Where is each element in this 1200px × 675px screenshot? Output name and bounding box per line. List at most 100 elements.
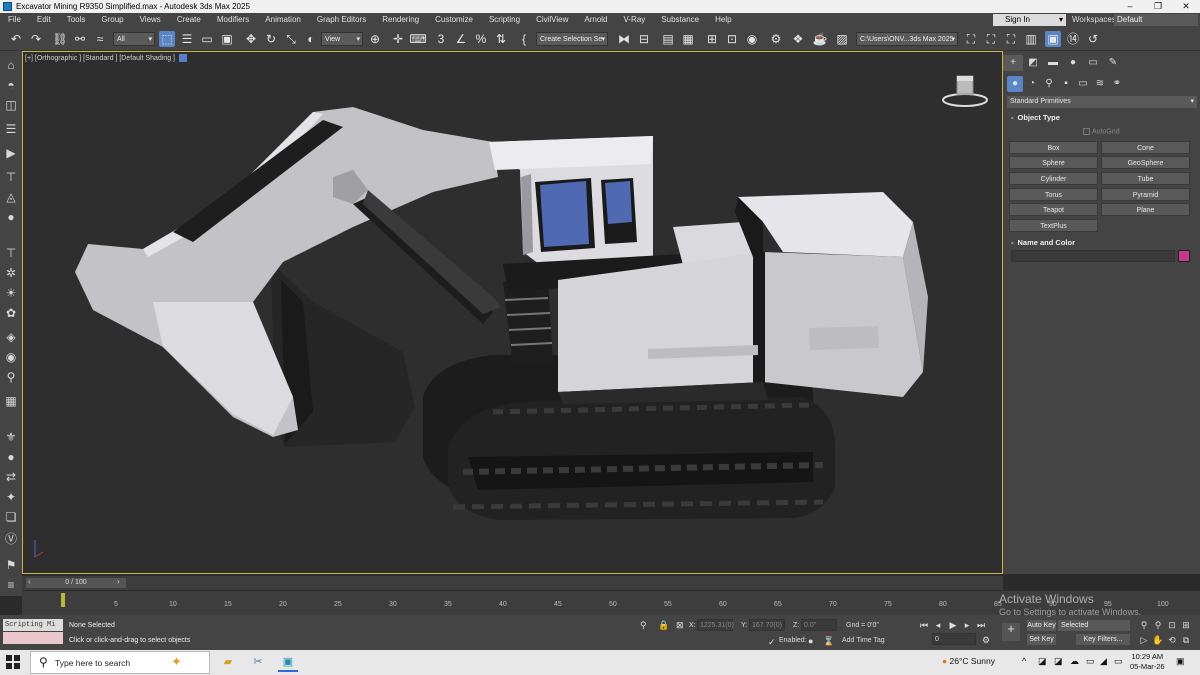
unlink-icon[interactable]: ⚯ <box>72 31 88 47</box>
cameras-icon[interactable]: ▪ <box>1058 76 1074 92</box>
name-color-rollout[interactable]: - Name and Color <box>1007 237 1197 249</box>
gear-icon[interactable]: ✲ <box>3 265 19 281</box>
absolute-mode-icon[interactable]: ⊠ <box>676 620 684 631</box>
tray-app-icon[interactable]: ◪ <box>1038 656 1047 667</box>
percent-snap-icon[interactable]: % <box>473 31 489 47</box>
plane-button[interactable]: Plane <box>1101 203 1190 216</box>
y-coordinate-input[interactable]: 167.70(0) <box>749 619 785 631</box>
menu-views[interactable]: Views <box>132 13 169 27</box>
battery-icon[interactable]: ▭ <box>1114 656 1123 667</box>
menu-group[interactable]: Group <box>93 13 131 27</box>
torus-button[interactable]: Torus <box>1009 188 1098 201</box>
curve-editor-icon[interactable]: ⊞ <box>704 31 720 47</box>
notification-icon[interactable]: ▣ <box>1176 656 1185 667</box>
helpers-icon[interactable]: ▭ <box>1075 76 1091 92</box>
menu-arnold[interactable]: Arnold <box>576 13 615 27</box>
isolate-selection-icon[interactable]: ⚲ <box>640 620 647 631</box>
motion-tab-icon[interactable]: ● <box>1063 55 1083 71</box>
tray-app-icon[interactable]: ◪ <box>1054 656 1063 667</box>
minimize-button[interactable]: – <box>1116 0 1144 13</box>
edit-named-selection-icon[interactable]: { <box>516 31 532 47</box>
lights-icon[interactable]: ⚲ <box>1041 76 1057 92</box>
play-icon[interactable]: ▶ <box>947 619 959 631</box>
3ds-max-taskbar-icon[interactable]: ▣ <box>278 653 298 672</box>
menu-edit[interactable]: Edit <box>29 13 59 27</box>
wrench-icon[interactable]: ✦ <box>3 489 19 505</box>
arnold-icon[interactable]: ⚑ <box>3 557 19 573</box>
layer-explorer-icon[interactable]: ▤ <box>660 31 676 47</box>
person-icon[interactable]: ⚲ <box>3 369 19 385</box>
render-icon[interactable]: ☕ <box>812 31 828 47</box>
pivot-center-icon[interactable]: ⊕ <box>367 31 383 47</box>
cylinder-button[interactable]: Cylinder <box>1009 172 1098 185</box>
scene-explorer-icon[interactable]: ⌂ <box>3 57 19 73</box>
orbit-icon[interactable]: ⟲ <box>1166 634 1178 646</box>
angle-snap-icon[interactable]: ∠ <box>453 31 469 47</box>
menu-icon[interactable]: ≡ <box>3 577 19 593</box>
tube-button[interactable]: Tube <box>1101 172 1190 185</box>
close-button[interactable]: ✕ <box>1172 0 1200 13</box>
next-frame-icon[interactable]: ▸ <box>961 619 973 631</box>
object-name-input[interactable] <box>1011 250 1175 262</box>
zoom-icon[interactable]: ⚲ <box>1138 619 1150 631</box>
hierarchy-tab-icon[interactable]: ▬ <box>1043 55 1063 71</box>
geosphere-button[interactable]: GeoSphere <box>1101 156 1190 169</box>
field-of-view-icon[interactable]: ▷ <box>1138 634 1150 646</box>
zoom-extents-all-icon[interactable]: ⊞ <box>1180 619 1192 631</box>
move-icon[interactable]: ✥ <box>243 31 259 47</box>
render-setup-icon[interactable]: ⚙ <box>768 31 784 47</box>
zoom-all-icon[interactable]: ⚲ <box>1152 619 1164 631</box>
windows-start-icon[interactable] <box>6 655 20 669</box>
select-manipulate-icon[interactable]: ✛ <box>390 31 406 47</box>
network-icon[interactable]: ▭ <box>1086 656 1095 667</box>
bind-spacewarp-icon[interactable]: ≈ <box>92 31 108 47</box>
render-queue-icon[interactable]: ⑭ <box>1065 31 1081 47</box>
volume-icon[interactable]: ◢ <box>1100 656 1107 667</box>
sphere-button[interactable]: Sphere <box>1009 156 1098 169</box>
maximize-button[interactable]: ❐ <box>1144 0 1172 13</box>
menu-animation[interactable]: Animation <box>257 13 309 27</box>
autogrid-checkbox[interactable]: AutoGrid <box>1083 128 1120 135</box>
teapot-button[interactable]: Teapot <box>1009 203 1098 216</box>
reference-coord-dropdown[interactable]: View ▾ <box>321 32 363 46</box>
menu-substance[interactable]: Substance <box>653 13 707 27</box>
enabled-toggle-icon[interactable]: ● <box>808 636 813 646</box>
utilities-tab-icon[interactable]: ✎ <box>1103 55 1123 71</box>
layers-icon[interactable]: ❏ <box>3 509 19 525</box>
workspace-select[interactable]: Default <box>1114 14 1198 26</box>
menu-customize[interactable]: Customize <box>427 13 481 27</box>
modify-tab-icon[interactable]: ◩ <box>1023 55 1043 71</box>
spinner-snap-icon[interactable]: ⇅ <box>493 31 509 47</box>
object-color-swatch[interactable] <box>1178 250 1190 262</box>
taskbar-search[interactable]: ⚲ Type here to search ✦ <box>30 651 210 674</box>
menu-rendering[interactable]: Rendering <box>374 13 427 27</box>
systems-icon[interactable]: ⚭ <box>1109 76 1125 92</box>
maxscript-output[interactable] <box>3 632 63 644</box>
current-frame-input[interactable]: 0 <box>932 633 976 645</box>
current-frame-marker[interactable] <box>61 593 65 607</box>
z-coordinate-input[interactable]: 0.0" <box>801 619 837 631</box>
sun-icon[interactable]: ☀ <box>3 285 19 301</box>
brush-icon[interactable]: ◓ <box>3 77 19 93</box>
onedrive-icon[interactable]: ☁ <box>1070 656 1079 667</box>
menu-file[interactable]: File <box>0 13 29 27</box>
align-icon[interactable]: ⊟ <box>636 31 652 47</box>
excavator-model[interactable] <box>23 52 1003 574</box>
globe-icon[interactable]: ◉ <box>3 349 19 365</box>
weather-widget[interactable]: ● 26°C Sunny <box>942 656 995 666</box>
menu-graph-editors[interactable]: Graph Editors <box>309 13 374 27</box>
drop-icon[interactable]: ✿ <box>3 305 19 321</box>
maxscript-listener[interactable]: Scripting Mi <box>3 619 63 631</box>
set-key-button[interactable]: Set Key <box>1027 634 1056 645</box>
viewcube-icon[interactable] <box>940 72 990 112</box>
rotate-icon[interactable]: ↻ <box>263 31 279 47</box>
redo-icon[interactable]: ↷ <box>28 31 44 47</box>
add-time-tag[interactable]: Add Time Tag <box>842 637 885 644</box>
menu-tools[interactable]: Tools <box>59 13 94 27</box>
key-mode-dropdown[interactable]: Selected <box>1058 620 1130 631</box>
link-icon[interactable]: ⛓ <box>52 31 68 47</box>
menu-help[interactable]: Help <box>707 13 739 27</box>
pin-icon[interactable]: ⊤ <box>3 169 19 185</box>
key-filters-button[interactable]: Key Filters... <box>1076 634 1130 645</box>
viewport-label[interactable]: [+] [Orthographic ] [Standard ] [Default… <box>25 54 188 62</box>
